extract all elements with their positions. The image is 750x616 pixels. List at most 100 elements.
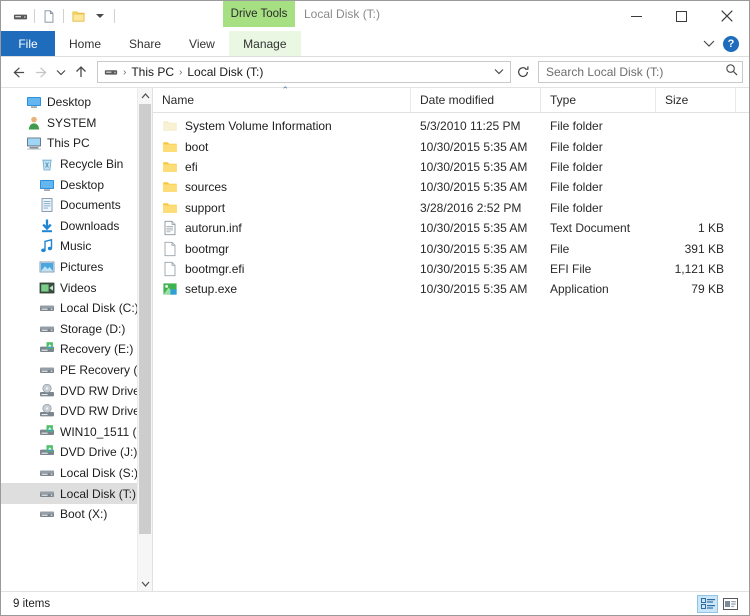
sidebar-item-system[interactable]: SYSTEM (1, 113, 152, 134)
recent-locations-chevron-down-icon[interactable] (53, 61, 69, 83)
tab-manage[interactable]: Manage (228, 31, 301, 56)
file-name-cell: bootmgr (153, 241, 411, 257)
sidebar-item-local-disk-c[interactable]: Local Disk (C:) (1, 298, 152, 319)
file-name-cell: System Volume Information (153, 118, 411, 134)
sidebar-item-boot-x[interactable]: Boot (X:) (1, 504, 152, 525)
drive-icon (39, 486, 55, 502)
this-pc-icon (26, 135, 42, 151)
up-button[interactable] (70, 61, 92, 83)
column-header-name[interactable]: ⌃ Name (153, 85, 411, 112)
sidebar-item-recycle-bin[interactable]: Recycle Bin (1, 154, 152, 175)
table-row[interactable]: efi 10/30/2015 5:35 AM File folder (153, 157, 749, 177)
back-button[interactable] (7, 61, 29, 83)
large-icons-view-button[interactable] (720, 595, 741, 613)
table-row[interactable]: boot 10/30/2015 5:35 AM File folder (153, 136, 749, 156)
application-icon (162, 281, 178, 297)
tab-file[interactable]: File (1, 31, 55, 56)
sidebar-item-label: Music (60, 239, 92, 254)
documents-icon (39, 197, 55, 213)
table-row[interactable]: support 3/28/2016 2:52 PM File folder (153, 198, 749, 218)
maximize-button[interactable] (659, 1, 704, 31)
sidebar-item-dvd-drive-j-j[interactable]: DVD Drive (J:) J (1, 442, 152, 463)
details-view-button[interactable] (697, 594, 718, 613)
file-type-cell: File folder (550, 139, 603, 154)
desktop-icon (26, 94, 42, 110)
sidebar-item-this-pc[interactable]: This PC (1, 133, 152, 154)
column-header-date-label: Date modified (420, 93, 495, 107)
tab-view[interactable]: View (175, 31, 229, 56)
sidebar-item-storage-d[interactable]: Storage (D:) (1, 319, 152, 340)
navigation-scrollbar[interactable] (137, 88, 152, 591)
status-bar: 9 items (1, 591, 749, 615)
breadcrumb-separator-0[interactable]: › (122, 67, 127, 78)
table-row[interactable]: setup.exe 10/30/2015 5:35 AM Application 79… (153, 279, 749, 299)
new-folder-icon[interactable] (67, 5, 89, 27)
table-row[interactable]: System Volume Information 5/3/2010 11:25 … (153, 116, 749, 136)
column-header-type[interactable]: Type (541, 88, 656, 112)
sidebar-item-recovery-e[interactable]: Recovery (E:) (1, 339, 152, 360)
search-input[interactable] (546, 65, 725, 79)
downloads-icon (39, 218, 55, 234)
sidebar-item-local-disk-t[interactable]: Local Disk (T:) (1, 483, 152, 504)
sidebar-item-local-disk-s[interactable]: Local Disk (S:) (1, 463, 152, 484)
sidebar-item-desktop[interactable]: Desktop (1, 92, 152, 113)
table-row[interactable]: bootmgr.efi 10/30/2015 5:35 AM EFI File 1,1… (153, 259, 749, 279)
sidebar-item-videos[interactable]: Videos (1, 277, 152, 298)
sidebar-item-desktop[interactable]: Desktop (1, 174, 152, 195)
sidebar-item-label: This PC (47, 136, 90, 151)
column-header-type-label: Type (550, 93, 577, 107)
desktop-icon (39, 177, 55, 193)
sidebar-item-dvd-rw-drive[interactable]: DVD RW Drive (1, 380, 152, 401)
minimize-button[interactable] (614, 1, 659, 31)
scroll-up-arrow-icon[interactable] (138, 88, 152, 103)
column-header-date-modified[interactable]: Date modified (411, 88, 541, 112)
table-row[interactable]: sources 10/30/2015 5:35 AM File folder (153, 177, 749, 197)
search-box[interactable] (538, 61, 743, 83)
breadcrumb-item-this-pc[interactable]: This PC (128, 65, 177, 79)
sidebar-item-label: Local Disk (C:) (60, 301, 139, 316)
drive-icon (39, 506, 55, 522)
sidebar-item-music[interactable]: Music (1, 236, 152, 257)
refresh-icon[interactable] (512, 65, 534, 79)
tab-share[interactable]: Share (115, 31, 175, 56)
sidebar-item-documents[interactable]: Documents (1, 195, 152, 216)
search-icon[interactable] (725, 63, 738, 81)
view-mode-buttons (697, 594, 741, 613)
sidebar-item-win10-1511-i[interactable]: WIN10_1511 (I: (1, 422, 152, 443)
file-size-cell: 1 KB (697, 221, 724, 236)
file-date-cell: 10/30/2015 5:35 AM (420, 282, 528, 297)
column-header-size[interactable]: Size (656, 88, 736, 112)
expand-ribbon-chevron-down-icon[interactable] (703, 35, 715, 53)
file-date-cell: 10/30/2015 5:35 AM (420, 221, 528, 236)
sidebar-item-downloads[interactable]: Downloads (1, 216, 152, 237)
breadcrumb-separator-1[interactable]: › (178, 67, 183, 78)
chevron-down-icon[interactable] (89, 5, 111, 27)
properties-icon[interactable] (38, 5, 60, 27)
drive-icon[interactable] (9, 5, 31, 27)
column-header-size-label: Size (665, 93, 689, 107)
sidebar-item-label: Local Disk (S:) (60, 465, 139, 480)
table-row[interactable]: bootmgr 10/30/2015 5:35 AM File 391 KB (153, 238, 749, 258)
breadcrumb-item-local-disk-t[interactable]: Local Disk (T:) (184, 65, 266, 79)
file-name-label: boot (185, 139, 209, 154)
table-row[interactable]: autorun.inf 10/30/2015 5:35 AM Text Docume… (153, 218, 749, 238)
quick-access-toolbar (1, 5, 118, 27)
file-name-cell: boot (153, 139, 411, 155)
folder-icon (162, 159, 178, 175)
toolbar-divider-3 (114, 9, 115, 23)
tab-home[interactable]: Home (55, 31, 115, 56)
address-dropdown-chevron-down-icon[interactable] (490, 67, 508, 78)
address-breadcrumb-box[interactable]: › This PC › Local Disk (T:) (97, 61, 511, 83)
navigation-scrollbar-thumb[interactable] (139, 104, 151, 534)
forward-button[interactable] (30, 61, 52, 83)
close-button[interactable] (704, 1, 749, 31)
sidebar-item-pictures[interactable]: Pictures (1, 257, 152, 278)
removable-drive-icon (39, 444, 55, 460)
file-date-cell: 10/30/2015 5:35 AM (420, 159, 528, 174)
scroll-down-arrow-icon[interactable] (138, 576, 152, 591)
help-icon[interactable]: ? (723, 36, 739, 52)
sidebar-item-label: DVD RW Drive (60, 383, 140, 398)
sidebar-item-dvd-rw-drive[interactable]: DVD RW Drive (1, 401, 152, 422)
sidebar-item-label: DVD RW Drive (60, 404, 140, 419)
sidebar-item-pe-recovery-f[interactable]: PE Recovery (F (1, 360, 152, 381)
